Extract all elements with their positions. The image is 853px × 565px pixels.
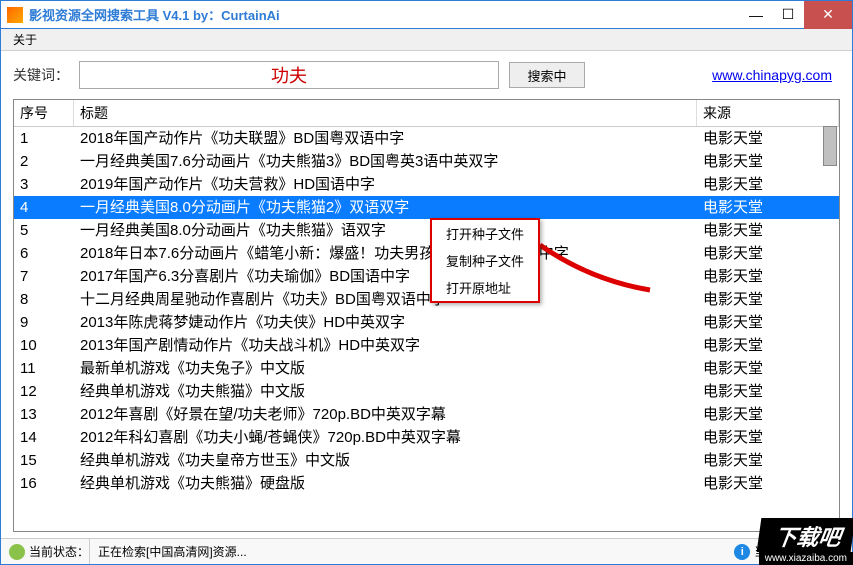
- search-bar: 关键词： 搜索中 www.chinapyg.com: [1, 51, 852, 99]
- table-row[interactable]: 62018年日本7.6分动画片《蜡笔小新：爆盛！功夫男孩~拉面大乱》BD中字电影…: [14, 242, 839, 265]
- cell-title: 最新单机游戏《功夫兔子》中文版: [74, 357, 697, 380]
- cell-source: 电影天堂: [697, 127, 839, 150]
- context-menu: 打开种子文件 复制种子文件 打开原地址: [430, 218, 540, 303]
- search-button[interactable]: 搜索中: [509, 62, 585, 88]
- cell-num: 13: [14, 403, 74, 426]
- status-label: 当前状态：: [29, 543, 89, 560]
- table-row[interactable]: 5一月经典美国8.0分动画片《功夫熊猫》语双字电影天堂: [14, 219, 839, 242]
- col-header-title[interactable]: 标题: [74, 100, 697, 126]
- cell-source: 电影天堂: [697, 403, 839, 426]
- cell-num: 16: [14, 472, 74, 495]
- titlebar: 影视资源全网搜索工具 V4.1 by：CurtainAi — ☐ ✕: [1, 1, 852, 29]
- cell-title: 2013年国产剧情动作片《功夫战斗机》HD中英双字: [74, 334, 697, 357]
- table-row[interactable]: 142012年科幻喜剧《功夫小蝇/苍蝇侠》720p.BD中英双字幕电影天堂: [14, 426, 839, 449]
- website-link[interactable]: www.chinapyg.com: [712, 67, 832, 83]
- table-row[interactable]: 132012年喜剧《好景在望/功夫老师》720p.BD中英双字幕电影天堂: [14, 403, 839, 426]
- info-icon: i: [734, 544, 750, 560]
- cell-source: 电影天堂: [697, 311, 839, 334]
- cell-num: 15: [14, 449, 74, 472]
- cell-title: 一月经典美国7.6分动画片《功夫熊猫3》BD国粤英3语中英双字: [74, 150, 697, 173]
- table-row[interactable]: 16经典单机游戏《功夫熊猫》硬盘版电影天堂: [14, 472, 839, 495]
- watermark-url: www.xiazaiba.com: [759, 552, 853, 565]
- cell-num: 9: [14, 311, 74, 334]
- table-row[interactable]: 8十二月经典周星驰动作喜剧片《功夫》BD国粤双语中字电影天堂: [14, 288, 839, 311]
- table-row[interactable]: 15经典单机游戏《功夫皇帝方世玉》中文版电影天堂: [14, 449, 839, 472]
- menubar: 关于: [1, 29, 852, 51]
- cell-source: 电影天堂: [697, 265, 839, 288]
- cell-source: 电影天堂: [697, 150, 839, 173]
- search-label: 关键词：: [13, 65, 69, 85]
- table-row[interactable]: 12018年国产动作片《功夫联盟》BD国粤双语中字电影天堂: [14, 127, 839, 150]
- table-row[interactable]: 92013年陈虎蒋梦婕动作片《功夫侠》HD中英双字电影天堂: [14, 311, 839, 334]
- minimize-button[interactable]: —: [740, 1, 772, 29]
- cell-num: 7: [14, 265, 74, 288]
- table-row[interactable]: 32019年国产动作片《功夫营救》HD国语中字电影天堂: [14, 173, 839, 196]
- cell-num: 14: [14, 426, 74, 449]
- cell-title: 一月经典美国8.0分动画片《功夫熊猫2》双语双字: [74, 196, 697, 219]
- cell-source: 电影天堂: [697, 472, 839, 495]
- close-button[interactable]: ✕: [804, 1, 852, 29]
- cell-num: 12: [14, 380, 74, 403]
- cell-title: 经典单机游戏《功夫皇帝方世玉》中文版: [74, 449, 697, 472]
- cell-source: 电影天堂: [697, 196, 839, 219]
- cell-source: 电影天堂: [697, 380, 839, 403]
- scrollbar-thumb[interactable]: [823, 126, 837, 166]
- table-row[interactable]: 7 2017年国产6.3分喜剧片《功夫瑜伽》BD国语中字电影天堂: [14, 265, 839, 288]
- status-icon: [9, 544, 25, 560]
- cell-source: 电影天堂: [697, 334, 839, 357]
- watermark-text: 下载吧: [756, 518, 853, 552]
- cell-num: 2: [14, 150, 74, 173]
- cell-num: 8: [14, 288, 74, 311]
- app-icon: [7, 7, 23, 23]
- search-input[interactable]: [79, 61, 499, 89]
- cell-source: 电影天堂: [697, 173, 839, 196]
- cell-num: 1: [14, 127, 74, 150]
- cell-title: 经典单机游戏《功夫熊猫》中文版: [74, 380, 697, 403]
- watermark: 下载吧 www.xiazaiba.com: [759, 518, 853, 565]
- window-title: 影视资源全网搜索工具 V4.1 by：CurtainAi: [29, 5, 740, 24]
- cell-title: 经典单机游戏《功夫熊猫》硬盘版: [74, 472, 697, 495]
- maximize-button[interactable]: ☐: [772, 1, 804, 29]
- cell-source: 电影天堂: [697, 288, 839, 311]
- cell-source: 电影天堂: [697, 219, 839, 242]
- cell-title: 2018年国产动作片《功夫联盟》BD国粤双语中字: [74, 127, 697, 150]
- cell-title: 一月经典美国8.0分动画片《功夫熊猫》语双字: [74, 219, 697, 242]
- cell-title: 2012年喜剧《好景在望/功夫老师》720p.BD中英双字幕: [74, 403, 697, 426]
- cell-num: 11: [14, 357, 74, 380]
- menu-about[interactable]: 关于: [5, 29, 45, 50]
- cell-num: 3: [14, 173, 74, 196]
- cell-title: 2019年国产动作片《功夫营救》HD国语中字: [74, 173, 697, 196]
- cell-num: 4: [14, 196, 74, 219]
- col-header-num[interactable]: 序号: [14, 100, 74, 126]
- cell-source: 电影天堂: [697, 357, 839, 380]
- cell-title: 2013年陈虎蒋梦婕动作片《功夫侠》HD中英双字: [74, 311, 697, 334]
- status-text: 正在检索[中国高清网]资源...: [98, 543, 247, 560]
- table-row[interactable]: 2一月经典美国7.6分动画片《功夫熊猫3》BD国粤英3语中英双字电影天堂: [14, 150, 839, 173]
- cell-title: 2012年科幻喜剧《功夫小蝇/苍蝇侠》720p.BD中英双字幕: [74, 426, 697, 449]
- ctx-copy-seed[interactable]: 复制种子文件: [432, 247, 538, 274]
- cell-num: 10: [14, 334, 74, 357]
- col-header-source[interactable]: 来源: [697, 100, 839, 126]
- results-table: 序号 标题 来源 12018年国产动作片《功夫联盟》BD国粤双语中字电影天堂2一…: [13, 99, 840, 532]
- table-row[interactable]: 102013年国产剧情动作片《功夫战斗机》HD中英双字电影天堂: [14, 334, 839, 357]
- table-row[interactable]: 4一月经典美国8.0分动画片《功夫熊猫2》双语双字电影天堂: [14, 196, 839, 219]
- statusbar: 当前状态： 正在检索[中国高清网]资源... i 当前版本： 4.1: [1, 538, 852, 564]
- cell-source: 电影天堂: [697, 449, 839, 472]
- cell-source: 电影天堂: [697, 426, 839, 449]
- table-row[interactable]: 12经典单机游戏《功夫熊猫》中文版电影天堂: [14, 380, 839, 403]
- ctx-open-url[interactable]: 打开原地址: [432, 274, 538, 301]
- cell-num: 5: [14, 219, 74, 242]
- table-row[interactable]: 11最新单机游戏《功夫兔子》中文版电影天堂: [14, 357, 839, 380]
- ctx-open-seed[interactable]: 打开种子文件: [432, 220, 538, 247]
- annotation-arrow-icon: [530, 240, 660, 300]
- cell-num: 6: [14, 242, 74, 265]
- cell-source: 电影天堂: [697, 242, 839, 265]
